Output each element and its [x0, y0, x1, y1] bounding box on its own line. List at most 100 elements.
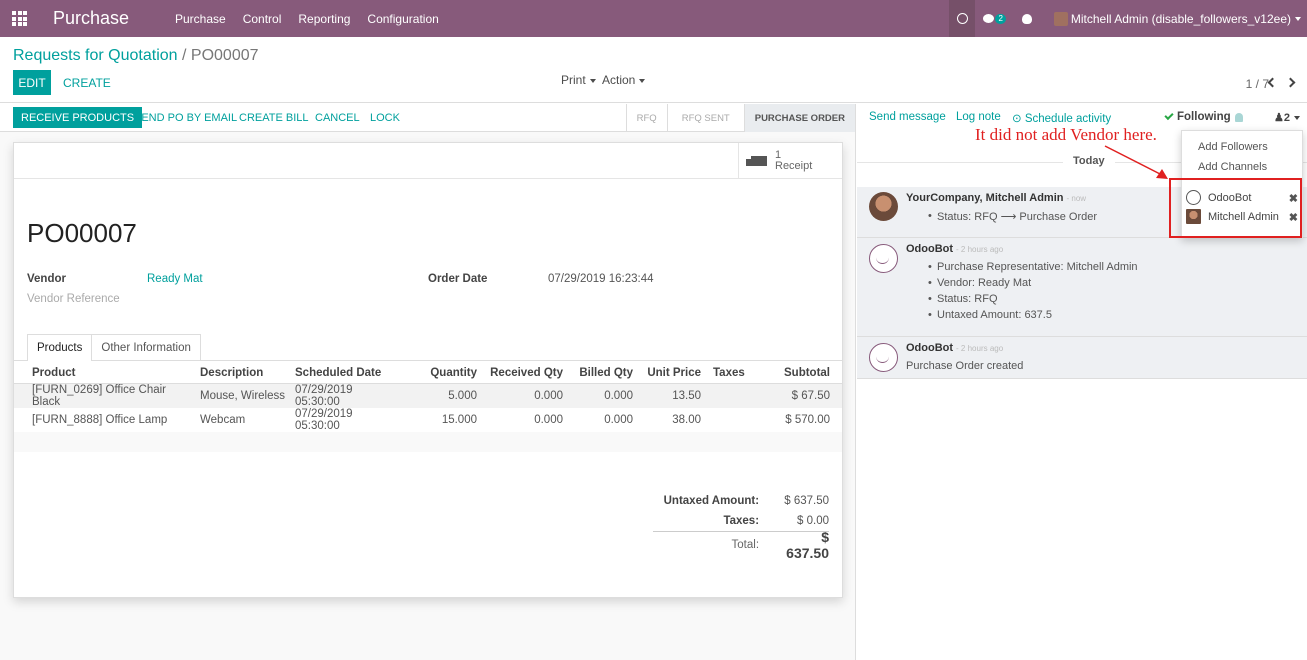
cell-taxes	[705, 383, 755, 408]
vendor-label: Vendor	[27, 273, 66, 285]
cell-description: Webcam	[200, 413, 246, 426]
lock-button[interactable]: LOCK	[370, 112, 400, 124]
tracking-value: Vendor: Ready Mat	[928, 277, 1031, 289]
pager-previous-icon[interactable]	[1267, 77, 1278, 88]
debug-bug-icon[interactable]	[1021, 13, 1032, 24]
author-name: OdooBot	[906, 243, 954, 255]
stage-rfq[interactable]: RFQ	[625, 104, 667, 132]
breadcrumb-separator: /	[182, 47, 187, 64]
table-row[interactable]: [FURN_8888] Office Lamp Webcam 07/29/201…	[14, 408, 842, 432]
receipt-smart-button[interactable]: 1 Receipt	[738, 143, 842, 179]
caret-down-icon	[589, 78, 596, 83]
taxes-value: $ 0.00	[797, 515, 829, 527]
message-time: - now	[1066, 194, 1087, 203]
cell-subtotal: $ 67.50	[755, 383, 842, 408]
pager-next-icon[interactable]	[1285, 77, 1296, 88]
cell-billed-qty: 0.000	[567, 383, 637, 408]
col-scheduled-date[interactable]: Scheduled Date	[291, 363, 401, 384]
followers-count: 2	[1283, 112, 1290, 124]
edit-button[interactable]: EDIT	[13, 70, 51, 95]
following-label: Following	[1177, 111, 1231, 123]
activities-clock-icon[interactable]	[949, 0, 976, 37]
col-product[interactable]: Product	[14, 363, 196, 384]
breadcrumb-current: PO00007	[190, 47, 259, 64]
bell-icon[interactable]	[1235, 113, 1243, 122]
add-followers-item[interactable]: Add Followers	[1198, 141, 1268, 153]
vendor-link[interactable]: Ready Mat	[147, 273, 203, 285]
order-date-label: Order Date	[428, 273, 488, 285]
total-value: $ 637.50	[786, 528, 829, 561]
message-author[interactable]: YourCompany, Mitchell Admin - now	[906, 192, 1086, 204]
clock-icon: ⊙	[1012, 113, 1022, 125]
message-author[interactable]: OdooBot - 2 hours ago	[906, 342, 1003, 354]
tracking-value: Purchase Representative: Mitchell Admin	[928, 261, 1138, 273]
stage-rfq-sent[interactable]: RFQ SENT	[666, 104, 744, 132]
breadcrumb-parent[interactable]: Requests for Quotation	[13, 47, 178, 64]
log-note-button[interactable]: Log note	[956, 111, 1001, 123]
menu-purchase[interactable]: Purchase	[175, 12, 226, 26]
odoobot-avatar[interactable]	[869, 343, 898, 372]
table-row[interactable]: [FURN_0269] Office Chair Black Mouse, Wi…	[14, 383, 842, 408]
create-button[interactable]: CREATE	[63, 76, 111, 90]
tracking-value: Untaxed Amount: 637.5	[928, 309, 1052, 321]
check-icon	[1164, 110, 1174, 121]
caret-down-icon	[1295, 16, 1301, 21]
col-received-qty[interactable]: Received Qty	[481, 363, 567, 384]
col-billed-qty[interactable]: Billed Qty	[567, 363, 637, 384]
col-taxes[interactable]: Taxes	[705, 363, 755, 384]
action-label: Action	[602, 73, 636, 87]
caret-down-icon	[639, 78, 646, 83]
menu-control[interactable]: Control	[243, 12, 282, 26]
followers-button[interactable]: ♟2	[1274, 111, 1300, 124]
schedule-activity-label: Schedule activity	[1024, 113, 1112, 125]
untaxed-value: $ 637.50	[784, 495, 829, 507]
apps-menu-icon[interactable]	[12, 11, 27, 26]
main-navbar: Purchase Purchase Control Reporting Conf…	[0, 0, 1307, 37]
notebook-tabs: Products Other Information	[27, 334, 201, 361]
po-number: PO00007	[27, 218, 137, 248]
order-lines-table: Product Description Scheduled Date Quant…	[14, 363, 842, 452]
tab-other-information[interactable]: Other Information	[92, 334, 201, 360]
cell-taxes	[705, 408, 755, 432]
chat-bubble-icon	[983, 14, 995, 23]
tab-products[interactable]: Products	[27, 334, 93, 361]
message-author[interactable]: OdooBot - 2 hours ago	[906, 243, 1003, 255]
action-dropdown[interactable]: Action	[602, 73, 646, 87]
caret-down-icon	[1294, 116, 1300, 121]
col-quantity[interactable]: Quantity	[401, 363, 481, 384]
odoobot-avatar[interactable]	[869, 244, 898, 273]
col-description[interactable]: Description	[196, 363, 291, 384]
cell-quantity: 15.000	[441, 413, 477, 426]
cell-unit-price: 13.50	[637, 383, 705, 408]
send-message-button[interactable]: Send message	[869, 111, 946, 123]
table-header-row: Product Description Scheduled Date Quant…	[14, 363, 842, 384]
receive-products-button[interactable]: RECEIVE PRODUCTS	[13, 107, 143, 128]
cell-scheduled-date: 07/29/2019 05:30:00	[295, 407, 353, 432]
cell-billed-qty: 0.000	[604, 413, 633, 426]
menu-reporting[interactable]: Reporting	[298, 12, 350, 26]
stage-purchase-order[interactable]: PURCHASE ORDER	[743, 104, 855, 132]
empty-table-row	[14, 431, 842, 452]
print-dropdown[interactable]: Print	[561, 73, 596, 87]
button-box: 1 Receipt	[14, 143, 842, 179]
author-avatar[interactable]	[869, 192, 898, 221]
schedule-activity-button[interactable]: ⊙ Schedule activity	[1012, 111, 1111, 125]
total-label: Total:	[731, 538, 760, 551]
breadcrumb: Requests for Quotation / PO00007	[13, 47, 259, 65]
pager-value[interactable]: 1 / 7	[1246, 77, 1269, 91]
user-menu[interactable]: Mitchell Admin (disable_followers_v12ee)	[1053, 11, 1301, 26]
message-body: Purchase Order created	[906, 360, 1024, 372]
message-item: OdooBot- 2 hours ago Purchase Representa…	[857, 238, 1307, 337]
cancel-button[interactable]: CANCEL	[315, 112, 360, 124]
send-po-email-button[interactable]: SEND PO BY EMAIL	[134, 112, 237, 124]
cell-description: Mouse, Wireless	[196, 383, 291, 408]
col-subtotal[interactable]: Subtotal	[755, 363, 842, 384]
messaging-menu[interactable]: 2	[983, 13, 1006, 24]
create-bill-button[interactable]: CREATE BILL	[239, 112, 309, 124]
annotation-arrow	[1104, 145, 1168, 179]
annotation-highlight-box	[1169, 178, 1302, 238]
col-unit-price[interactable]: Unit Price	[637, 363, 705, 384]
following-button[interactable]: Following	[1164, 110, 1231, 123]
add-channels-item[interactable]: Add Channels	[1198, 161, 1267, 173]
menu-configuration[interactable]: Configuration	[367, 12, 438, 26]
